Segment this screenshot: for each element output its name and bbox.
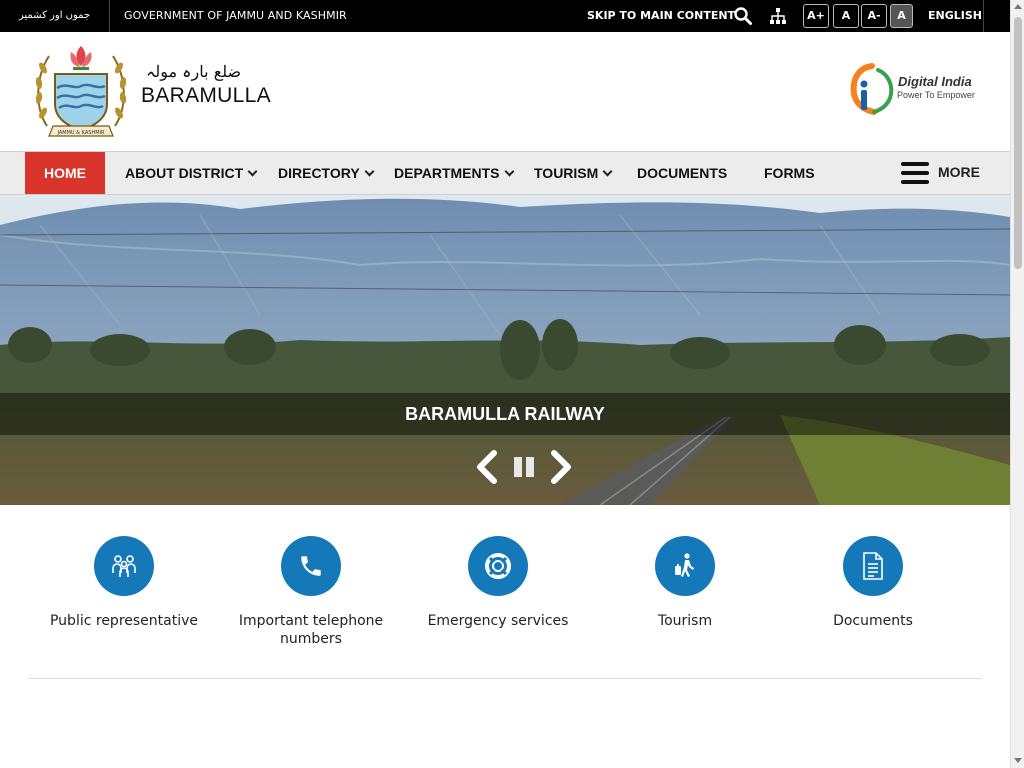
svg-text:JAMMU & KASHMIR: JAMMU & KASHMIR [57, 130, 106, 136]
nav-item-about-district[interactable]: ABOUT DISTRICT [125, 152, 258, 194]
main-navigation: HOME ABOUT DISTRICT DIRECTORY DEPARTMENT… [0, 151, 1010, 195]
district-name-urdu: ضلع بارہ مولہ [146, 62, 242, 81]
site-header: JAMMU & KASHMIR ضلع بارہ مولہ BARAMULLA … [0, 32, 1010, 151]
more-menu-button[interactable]: MORE [938, 152, 980, 192]
chevron-down-icon [364, 166, 375, 177]
sitemap-icon[interactable] [769, 7, 787, 25]
top-bar: جموں اور کشمیر GOVERNMENT OF JAMMU AND K… [0, 0, 1010, 32]
scroll-up-arrow-icon[interactable] [1014, 4, 1022, 9]
language-selector[interactable]: ENGLISH [928, 0, 982, 32]
state-name-urdu[interactable]: جموں اور کشمیر [0, 0, 110, 32]
chevron-down-icon [504, 166, 514, 177]
nav-item-label: DIRECTORY [278, 165, 360, 181]
font-decrease-button[interactable]: A- [861, 4, 887, 28]
nav-item-tourism[interactable]: TOURISM [534, 152, 613, 194]
skip-to-main-content-link[interactable]: SKIP TO MAIN CONTENT [587, 0, 735, 32]
government-link[interactable]: GOVERNMENT OF JAMMU AND KASHMIR [124, 0, 347, 32]
quick-link-label: Public representative [49, 613, 199, 629]
scrollbar-thumb[interactable] [1014, 17, 1022, 269]
digital-india-tagline: Power To Empower [897, 90, 975, 100]
quick-link-tourism[interactable]: Tourism [600, 536, 770, 630]
hero-slider[interactable]: BARAMULLA RAILWAY [0, 195, 1010, 505]
nav-item-documents[interactable]: DOCUMENTS [637, 152, 727, 194]
nav-item-forms[interactable]: FORMS [764, 152, 815, 194]
nav-item-label: HOME [44, 165, 86, 181]
previous-icon[interactable] [474, 449, 500, 485]
nav-item-departments[interactable]: DEPARTMENTS [394, 152, 514, 194]
traveler-icon [655, 536, 715, 596]
topbar-divider [983, 0, 984, 32]
quick-link-public-representative[interactable]: Public representative [39, 536, 209, 630]
quick-link-label: Documents [833, 613, 913, 629]
page-scrollbar[interactable] [1010, 0, 1024, 768]
jk-emblem-logo[interactable]: JAMMU & KASHMIR [33, 38, 129, 142]
nav-item-label: ABOUT DISTRICT [125, 165, 244, 181]
lifebuoy-icon [468, 536, 528, 596]
nav-item-directory[interactable]: DIRECTORY [278, 152, 375, 194]
section-divider [28, 678, 982, 679]
phone-icon [281, 536, 341, 596]
quick-link-telephone-numbers[interactable]: Important telephone numbers [226, 536, 396, 648]
nav-item-label: TOURISM [534, 165, 599, 181]
contrast-button[interactable]: A [890, 4, 913, 28]
pause-icon[interactable] [512, 449, 538, 485]
slide-caption: BARAMULLA RAILWAY [405, 404, 605, 424]
hamburger-menu-icon[interactable] [901, 162, 929, 184]
font-increase-button[interactable]: A+ [803, 4, 829, 28]
scroll-down-arrow-icon[interactable] [1014, 758, 1022, 763]
nav-item-label: DEPARTMENTS [394, 165, 500, 181]
font-normal-button[interactable]: A [833, 4, 859, 28]
quick-link-label: Important telephone numbers [238, 613, 384, 647]
nav-item-label: DOCUMENTS [637, 165, 728, 181]
chevron-down-icon [602, 166, 613, 177]
chevron-down-icon [247, 166, 258, 177]
quick-link-label: Emergency services [427, 613, 569, 629]
quick-link-documents[interactable]: Documents [788, 536, 958, 630]
search-icon[interactable] [734, 7, 752, 25]
quick-link-label: Tourism [657, 613, 713, 629]
slide-image-railway [0, 195, 1010, 505]
nav-item-label: FORMS [764, 165, 815, 181]
district-name[interactable]: BARAMULLA [141, 84, 271, 108]
next-icon[interactable] [548, 449, 574, 485]
quick-link-emergency-services[interactable]: Emergency services [413, 536, 583, 630]
digital-india-title: Digital India [898, 74, 972, 89]
people-icon [94, 536, 154, 596]
document-icon [843, 536, 903, 596]
nav-item-home[interactable]: HOME [25, 152, 105, 194]
